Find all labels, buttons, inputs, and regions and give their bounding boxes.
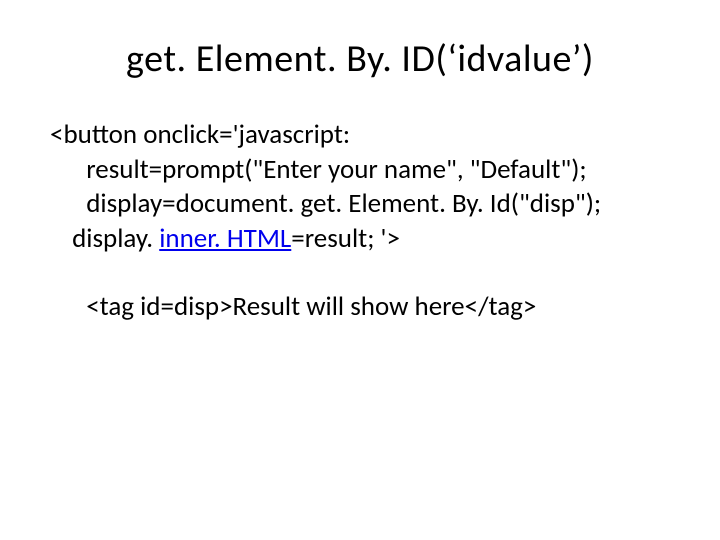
inner-html-link[interactable]: inner. HTML bbox=[159, 222, 291, 255]
code-line-3: display=document. get. Element. By. Id("… bbox=[50, 187, 670, 222]
slide: get. Element. By. ID(‘idvalue’) <button … bbox=[0, 0, 720, 540]
code-line-4a: display. bbox=[66, 222, 159, 255]
code-line-1: <button onclick='javascript: bbox=[50, 118, 670, 153]
code-line-4b: =result; '> bbox=[291, 222, 400, 255]
code-line-2: result=prompt("Enter your name", "Defaul… bbox=[50, 153, 670, 188]
slide-title: get. Element. By. ID(‘idvalue’) bbox=[50, 36, 670, 82]
blank-line bbox=[50, 256, 670, 290]
code-line-5: <tag id=disp>Result will show here</tag> bbox=[50, 290, 670, 325]
code-block: <button onclick='javascript: result=prom… bbox=[50, 118, 670, 325]
code-line-4: display. inner. HTML=result; '> bbox=[50, 222, 670, 257]
